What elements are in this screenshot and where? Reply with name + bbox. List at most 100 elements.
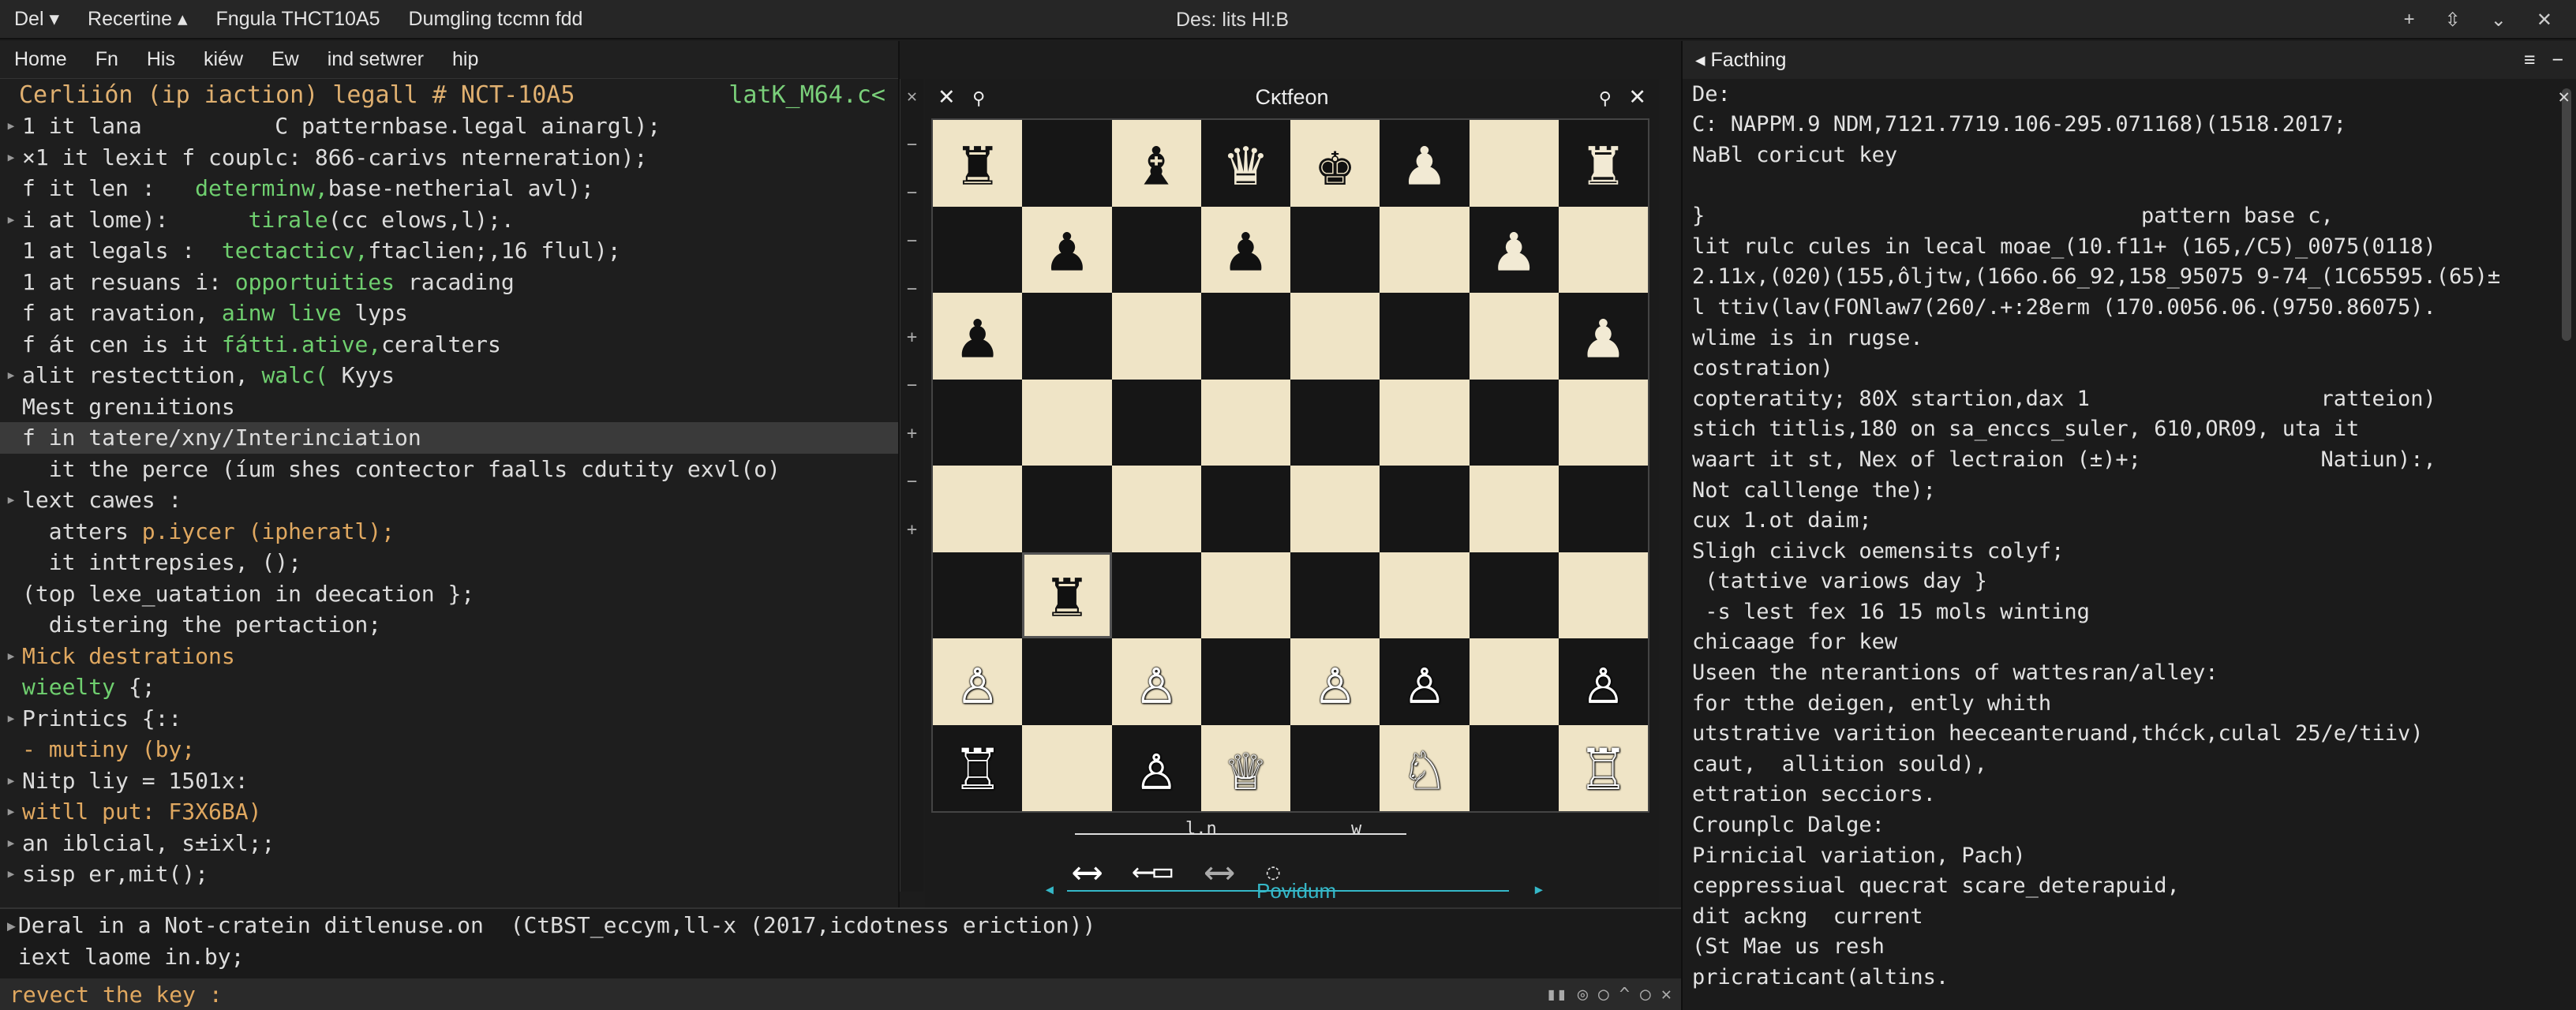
chevron-right-icon[interactable]: ▸ xyxy=(0,646,22,666)
black-pawn-piece[interactable]: ♟ xyxy=(1047,217,1086,282)
board-square[interactable] xyxy=(1200,466,1290,552)
board-square[interactable]: ♛ xyxy=(1200,120,1290,207)
minus-icon[interactable]: − xyxy=(907,279,917,299)
board-square[interactable] xyxy=(1290,724,1380,811)
code-line[interactable]: ▸ Printics {:: xyxy=(0,703,898,735)
board-square[interactable]: ♟ xyxy=(1558,293,1648,380)
board-square[interactable] xyxy=(1111,552,1201,638)
nav-hip[interactable]: hip xyxy=(438,48,492,71)
tag-icon[interactable]: ⌄ xyxy=(2491,9,2507,32)
close-icon[interactable]: ✕ xyxy=(907,87,917,107)
back-arrow-icon[interactable]: ◂ xyxy=(1695,49,1705,71)
board-square[interactable]: ♙ xyxy=(933,638,1023,725)
board-square[interactable] xyxy=(1290,552,1380,638)
board-square[interactable] xyxy=(1469,379,1559,466)
board-square[interactable]: ♙ xyxy=(1111,724,1201,811)
nav-his[interactable]: His xyxy=(133,48,189,71)
board-square[interactable] xyxy=(1380,552,1470,638)
board-square[interactable] xyxy=(1558,379,1648,466)
board-square[interactable]: ♙ xyxy=(1111,638,1201,725)
code-line[interactable]: ▸ an iblcial, s±ixl;; xyxy=(0,828,898,859)
board-square[interactable] xyxy=(1469,466,1559,552)
back-arrow-icon[interactable]: ⟵▭ xyxy=(1134,853,1172,889)
white-pawn-piece[interactable]: ♙ xyxy=(958,649,997,714)
black-rook-piece[interactable]: ♜ xyxy=(1047,563,1086,627)
white-pawn-piece[interactable]: ♙ xyxy=(1584,649,1623,714)
board-square[interactable]: ♙ xyxy=(1380,638,1470,725)
chevron-right-icon[interactable]: ▸ xyxy=(0,771,22,791)
white-pawn-piece[interactable]: ♙ xyxy=(1405,649,1443,714)
black-rook-piece[interactable]: ♜ xyxy=(1584,130,1623,196)
code-line[interactable]: atters p.iycer (ipheratl); xyxy=(0,516,898,548)
status-icons[interactable]: ▮▮ ◎ ◯ ^ ◯ ✕ xyxy=(1546,985,1672,1004)
board-square[interactable] xyxy=(1290,379,1380,466)
code-line[interactable]: ▸ Mick destrations xyxy=(0,641,898,672)
chevron-right-icon[interactable]: ▸ xyxy=(0,210,22,230)
minimize-icon[interactable]: − xyxy=(2552,49,2563,71)
close-icon[interactable]: ✕ xyxy=(2559,85,2570,107)
command-prompt[interactable]: revect the key : ▮▮ ◎ ◯ ^ ◯ ✕ xyxy=(0,978,1681,1010)
close-icon[interactable]: ✕ xyxy=(1628,85,1646,109)
nav-fn[interactable]: Fn xyxy=(81,48,133,71)
code-line[interactable]: ▸ Nitp liy = 1501x: xyxy=(0,765,898,797)
board-square[interactable] xyxy=(1022,293,1112,380)
close-icon[interactable]: ✕ xyxy=(2537,9,2552,32)
black-bishop-piece[interactable]: ♝ xyxy=(1136,130,1175,196)
board-square[interactable] xyxy=(933,206,1023,293)
code-line[interactable]: ▸ ×1 it lexit f couplc: 866-carivs nterne… xyxy=(0,142,898,174)
board-square[interactable] xyxy=(1469,120,1559,207)
code-line[interactable]: f át cen is it fátti.ative, ceralters xyxy=(0,329,898,361)
black-pawn-piece[interactable]: ♟ xyxy=(1494,217,1533,282)
pin-icon[interactable]: ⚲ xyxy=(972,88,985,108)
prev-icon[interactable]: ◂ xyxy=(1043,877,1056,901)
code-line[interactable]: ▸ alit restecttion, walc( Kyys xyxy=(0,360,898,391)
black-pawn-piece[interactable]: ♟ xyxy=(1405,130,1443,196)
white-pawn-piece[interactable]: ♙ xyxy=(1316,649,1354,714)
nav-setwrer[interactable]: ind setwrer xyxy=(313,48,438,71)
menu-fngula[interactable]: Fngula THCT10A5 xyxy=(202,0,395,39)
board-square[interactable] xyxy=(1200,293,1290,380)
minus-icon[interactable]: − xyxy=(907,231,917,251)
filter-icon[interactable]: ≡ xyxy=(2524,49,2536,71)
double-arrow-icon[interactable]: ⟷ xyxy=(1075,847,1099,895)
black-pawn-piece[interactable]: ♟ xyxy=(1226,217,1265,282)
board-square[interactable] xyxy=(1469,724,1559,811)
board-square[interactable] xyxy=(1022,379,1112,466)
board-square[interactable] xyxy=(933,379,1023,466)
board-square[interactable] xyxy=(1022,466,1112,552)
board-square[interactable] xyxy=(1200,379,1290,466)
board-square[interactable] xyxy=(1290,466,1380,552)
board-square[interactable]: ♟ xyxy=(1200,206,1290,293)
chevron-right-icon[interactable]: ▸ xyxy=(0,833,22,853)
board-square[interactable] xyxy=(1111,293,1201,380)
board-square[interactable] xyxy=(1290,206,1380,293)
double-arrow-icon[interactable]: ⟷ xyxy=(1207,847,1231,895)
board-square[interactable] xyxy=(1469,552,1559,638)
board-square[interactable] xyxy=(933,466,1023,552)
white-knight-piece[interactable]: ♘ xyxy=(1405,735,1443,800)
code-line[interactable]: ▸ sisp er,mit(); xyxy=(0,858,898,890)
board-square[interactable]: ♜ xyxy=(933,120,1023,207)
code-line[interactable]: wieelty {; xyxy=(0,671,898,703)
next-icon[interactable]: ▸ xyxy=(1533,877,1545,901)
menu-recertine[interactable]: Recertine ▴ xyxy=(73,0,202,39)
code-line[interactable]: - mutiny (by; xyxy=(0,734,898,765)
board-square[interactable] xyxy=(1111,379,1201,466)
minus-icon[interactable]: − xyxy=(907,376,917,395)
board-square[interactable]: ♖ xyxy=(1558,724,1648,811)
board-square[interactable] xyxy=(1558,466,1648,552)
board-square[interactable]: ♜ xyxy=(1558,120,1648,207)
menu-dumgling[interactable]: Dumgling tccmn fdd xyxy=(395,0,597,39)
minus-icon[interactable]: − xyxy=(907,135,917,155)
white-pawn-piece[interactable]: ♙ xyxy=(1136,735,1175,800)
board-square[interactable]: ♟ xyxy=(1022,206,1112,293)
board-square[interactable]: ♙ xyxy=(1290,638,1380,725)
black-pawn-piece[interactable]: ♟ xyxy=(958,303,997,368)
code-line[interactable]: 1 at resuans i: opportuities racading xyxy=(0,267,898,298)
board-square[interactable] xyxy=(1022,638,1112,725)
plus-icon[interactable]: + xyxy=(907,520,917,540)
board-square[interactable] xyxy=(1380,466,1470,552)
code-line[interactable]: (top lexe_uatation in deecation }; xyxy=(0,578,898,610)
board-square[interactable] xyxy=(1290,293,1380,380)
chevron-right-icon[interactable]: ▸ xyxy=(0,864,22,884)
